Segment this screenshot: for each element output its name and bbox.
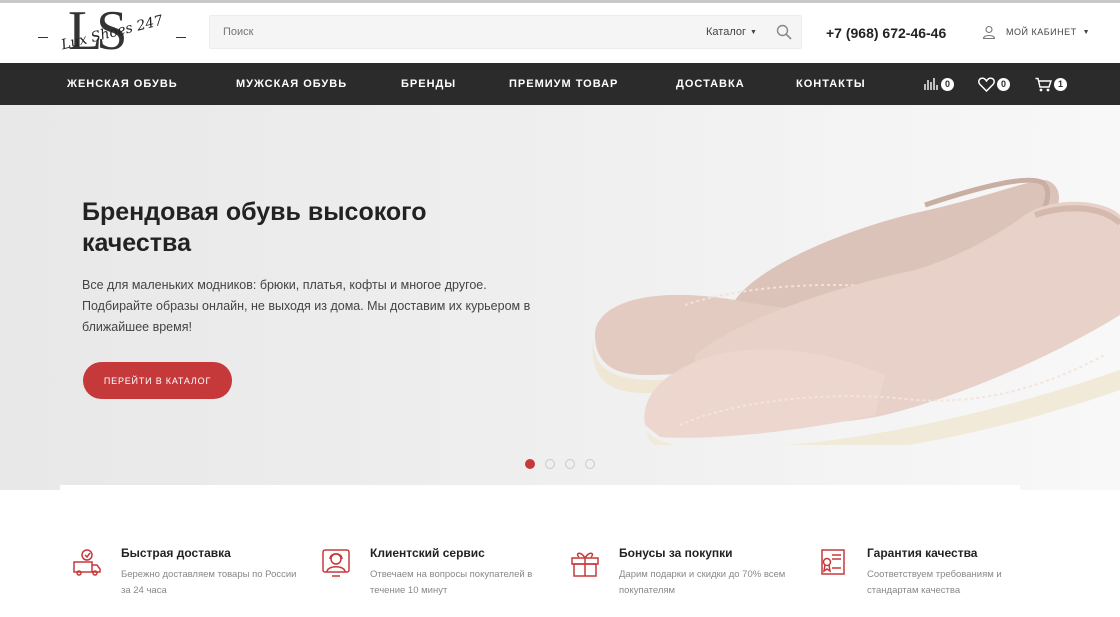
header: LS Lux Shoes 247 Каталог ▼ +7 (968) 672-4…: [0, 1, 1120, 63]
feature-title: Клиентский сервис: [370, 546, 485, 560]
hero-title: Брендовая обувь высокого качества: [82, 198, 427, 257]
cart-count-badge: 1: [1054, 77, 1067, 91]
favorites-count-badge: 0: [997, 77, 1010, 91]
features-section: Быстрая доставка Бережно доставляем това…: [60, 485, 1020, 617]
cart-button[interactable]: 1: [1035, 75, 1067, 93]
delivery-truck-icon: [73, 549, 101, 576]
feature-desc: Отвечаем на вопросы покупателей в течени…: [370, 569, 533, 596]
slider-dot[interactable]: [565, 459, 575, 469]
nav-item-brands[interactable]: БРЕНДЫ: [401, 78, 456, 90]
slider-dots: [525, 459, 595, 469]
main-nav: ЖЕНСКАЯ ОБУВЬ МУЖСКАЯ ОБУВЬ БРЕНДЫ ПРЕМИ…: [0, 63, 1120, 105]
favorites-button[interactable]: 0: [978, 75, 1010, 93]
search-input[interactable]: [210, 16, 680, 48]
account-label: МОЙ КАБИНЕТ: [1006, 27, 1077, 37]
feature-item: Быстрая доставка Бережно доставляем това…: [72, 543, 312, 603]
loafer-shoes-image: [592, 177, 1120, 445]
slider-dot[interactable]: [545, 459, 555, 469]
account-menu[interactable]: МОЙ КАБИНЕТ ▼: [982, 25, 1090, 39]
slider-dot[interactable]: [585, 459, 595, 469]
feature-title: Бонусы за покупки: [619, 546, 733, 560]
feature-title: Гарантия качества: [867, 546, 978, 560]
caret-down-icon: ▼: [750, 29, 757, 36]
logo[interactable]: LS Lux Shoes 247: [38, 1, 188, 63]
user-icon: [982, 25, 996, 39]
feature-title: Быстрая доставка: [121, 546, 231, 560]
nav-item-men[interactable]: МУЖСКАЯ ОБУВЬ: [236, 78, 347, 90]
feature-desc: Бережно доставляем товары по России за 2…: [121, 569, 297, 596]
feature-item: Бонусы за покупки Дарим подарки и скидки…: [570, 543, 810, 603]
heart-icon: [978, 76, 995, 92]
nav-item-delivery[interactable]: ДОСТАВКА: [676, 78, 745, 90]
catalog-dropdown[interactable]: Каталог ▼: [706, 26, 757, 38]
nav-item-contacts[interactable]: КОНТАКТЫ: [796, 78, 866, 90]
nav-item-women[interactable]: ЖЕНСКАЯ ОБУВЬ: [67, 78, 178, 90]
feature-item: Гарантия качества Соответствуем требован…: [818, 543, 1058, 603]
caret-down-icon: ▼: [1082, 28, 1091, 36]
feature-desc: Соответствуем требованиям и стандартам к…: [867, 569, 1002, 596]
phone-number[interactable]: +7 (968) 672-46-46: [826, 25, 946, 41]
feature-desc: Дарим подарки и скидки до 70% всем покуп…: [619, 569, 786, 596]
search-bar: Каталог ▼: [209, 15, 802, 49]
certificate-icon: [821, 549, 845, 575]
gift-icon: [571, 552, 599, 577]
nav-item-premium[interactable]: ПРЕМИУМ ТОВАР: [509, 78, 618, 90]
compare-button[interactable]: 0: [923, 75, 954, 93]
slider-dot[interactable]: [525, 459, 535, 469]
support-agent-icon: [322, 549, 350, 577]
catalog-dropdown-label: Каталог: [706, 26, 746, 38]
compare-count-badge: 0: [941, 77, 954, 91]
compare-icon: [924, 78, 938, 90]
hero-banner: Брендовая обувь высокого качества Все дл…: [0, 105, 1120, 490]
go-to-catalog-button[interactable]: ПЕРЕЙТИ В КАТАЛОГ: [83, 362, 232, 399]
hero-text: Все для маленьких модников: брюки, плать…: [82, 278, 531, 334]
cart-icon: [1035, 77, 1052, 91]
search-icon[interactable]: [776, 24, 792, 40]
feature-item: Клиентский сервис Отвечаем на вопросы по…: [321, 543, 561, 603]
